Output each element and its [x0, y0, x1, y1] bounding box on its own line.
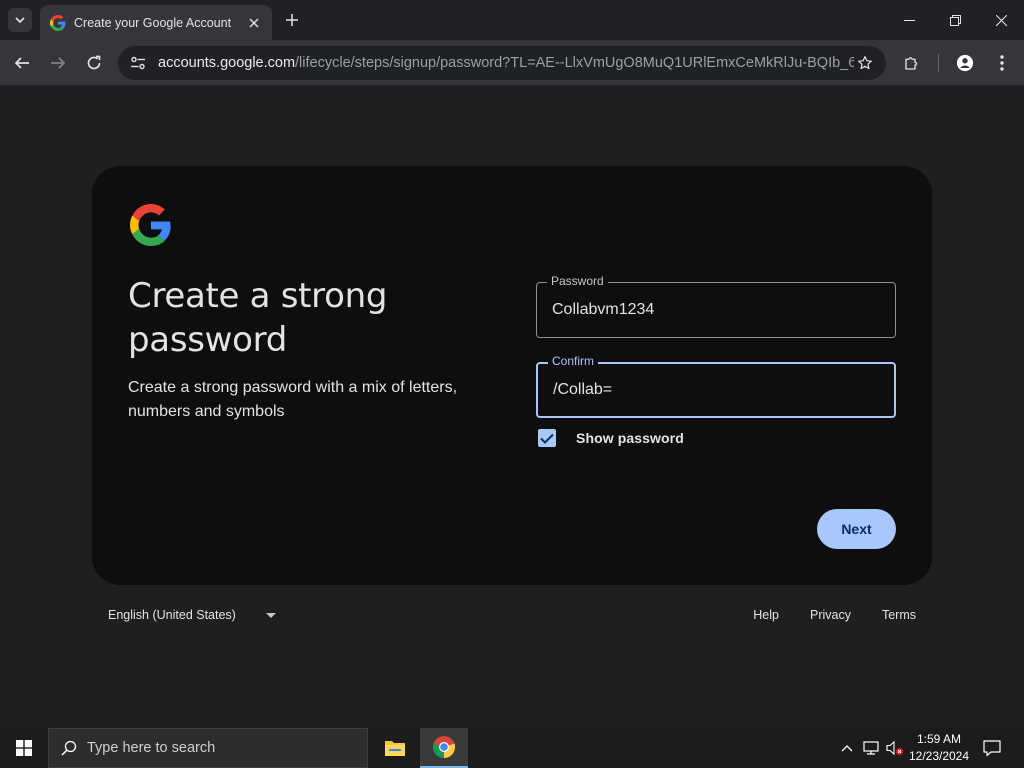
start-button[interactable]	[0, 728, 48, 768]
site-info-button[interactable]	[128, 53, 148, 73]
tune-icon	[131, 56, 145, 70]
tab-search-button[interactable]	[8, 8, 32, 32]
clock-date: 12/23/2024	[908, 749, 970, 763]
back-button[interactable]	[8, 49, 36, 77]
chrome-taskbar-button[interactable]	[420, 728, 468, 768]
url-path: /lifecycle/steps/signup/password?TL=AE--…	[295, 55, 854, 71]
tab-close-button[interactable]	[246, 15, 262, 31]
forward-button[interactable]	[44, 49, 72, 77]
close-icon	[249, 18, 259, 27]
close-icon	[995, 14, 1007, 26]
system-clock[interactable]: 1:59 AM 12/23/2024	[902, 731, 976, 765]
show-password-row[interactable]: Show password	[538, 428, 684, 448]
page-content: Create a strong password Create a strong…	[0, 87, 1024, 728]
arrow-right-icon	[51, 57, 66, 69]
toolbar-divider	[938, 54, 939, 72]
close-window-button[interactable]	[979, 6, 1023, 34]
search-icon	[61, 740, 77, 756]
tab-title: Create your Google Account	[74, 15, 232, 30]
network-button[interactable]	[860, 728, 882, 768]
browser-menu-button[interactable]	[988, 49, 1016, 77]
address-bar[interactable]: accounts.google.com/lifecycle/steps/sign…	[118, 46, 886, 80]
network-icon	[863, 741, 879, 755]
minimize-button[interactable]	[887, 6, 931, 34]
privacy-link[interactable]: Privacy	[810, 608, 851, 622]
taskbar: Type here to search 1:59 AM 12/23/2024	[0, 728, 1024, 768]
new-tab-button[interactable]	[282, 10, 302, 30]
browser-tab[interactable]: Create your Google Account	[40, 5, 272, 40]
star-icon	[858, 56, 872, 70]
confirm-field[interactable]: Confirm	[536, 354, 896, 418]
google-logo-icon	[130, 204, 171, 246]
confirm-input[interactable]	[538, 364, 894, 416]
browser-toolbar: accounts.google.com/lifecycle/steps/sign…	[0, 40, 1024, 86]
page-title: Create a strong password	[128, 276, 388, 360]
arrow-left-icon	[14, 57, 29, 69]
file-explorer-button[interactable]	[371, 728, 419, 768]
plus-icon	[286, 14, 298, 26]
clock-time: 1:59 AM	[916, 732, 962, 746]
next-button[interactable]: Next	[817, 509, 896, 549]
url-host: accounts.google.com	[158, 55, 296, 71]
chevron-down-icon	[15, 17, 25, 23]
notifications-button[interactable]	[980, 728, 1004, 768]
terms-link[interactable]: Terms	[882, 608, 916, 622]
show-password-label: Show password	[576, 430, 684, 446]
language-label: English (United States)	[108, 608, 236, 622]
password-input[interactable]	[537, 283, 895, 337]
puzzle-icon	[905, 57, 918, 70]
profile-button[interactable]	[951, 49, 979, 77]
page-subtitle: Create a strong password with a mix of l…	[128, 379, 458, 420]
taskbar-search[interactable]: Type here to search	[48, 728, 368, 768]
more-vert-icon	[1000, 55, 1004, 71]
caret-down-icon	[265, 612, 276, 618]
reload-button[interactable]	[80, 49, 108, 77]
help-link[interactable]: Help	[753, 608, 779, 622]
chrome-icon	[432, 736, 456, 759]
reload-icon	[87, 55, 101, 70]
taskbar-search-placeholder: Type here to search	[87, 740, 216, 756]
folder-icon	[385, 741, 405, 756]
checkmark-icon	[540, 433, 554, 444]
language-selector[interactable]: English (United States)	[108, 608, 276, 622]
show-hidden-icons-button[interactable]	[837, 728, 857, 768]
password-field[interactable]: Password	[536, 274, 896, 338]
notification-icon	[983, 740, 1001, 757]
url-text: accounts.google.com/lifecycle/steps/sign…	[158, 55, 854, 71]
chevron-up-icon	[841, 745, 853, 752]
restore-button[interactable]	[933, 6, 977, 34]
signup-card: Create a strong password Create a strong…	[92, 166, 932, 585]
extensions-button[interactable]	[898, 49, 926, 77]
person-icon	[956, 54, 974, 72]
footer-links: Help Privacy Terms	[722, 608, 916, 622]
restore-icon	[949, 14, 961, 26]
tab-strip: Create your Google Account	[0, 0, 1024, 40]
windows-logo-icon	[16, 740, 32, 756]
show-password-checkbox[interactable]	[538, 429, 556, 447]
minimize-icon	[903, 19, 915, 21]
bookmark-button[interactable]	[854, 52, 876, 74]
google-favicon-icon	[50, 14, 66, 31]
